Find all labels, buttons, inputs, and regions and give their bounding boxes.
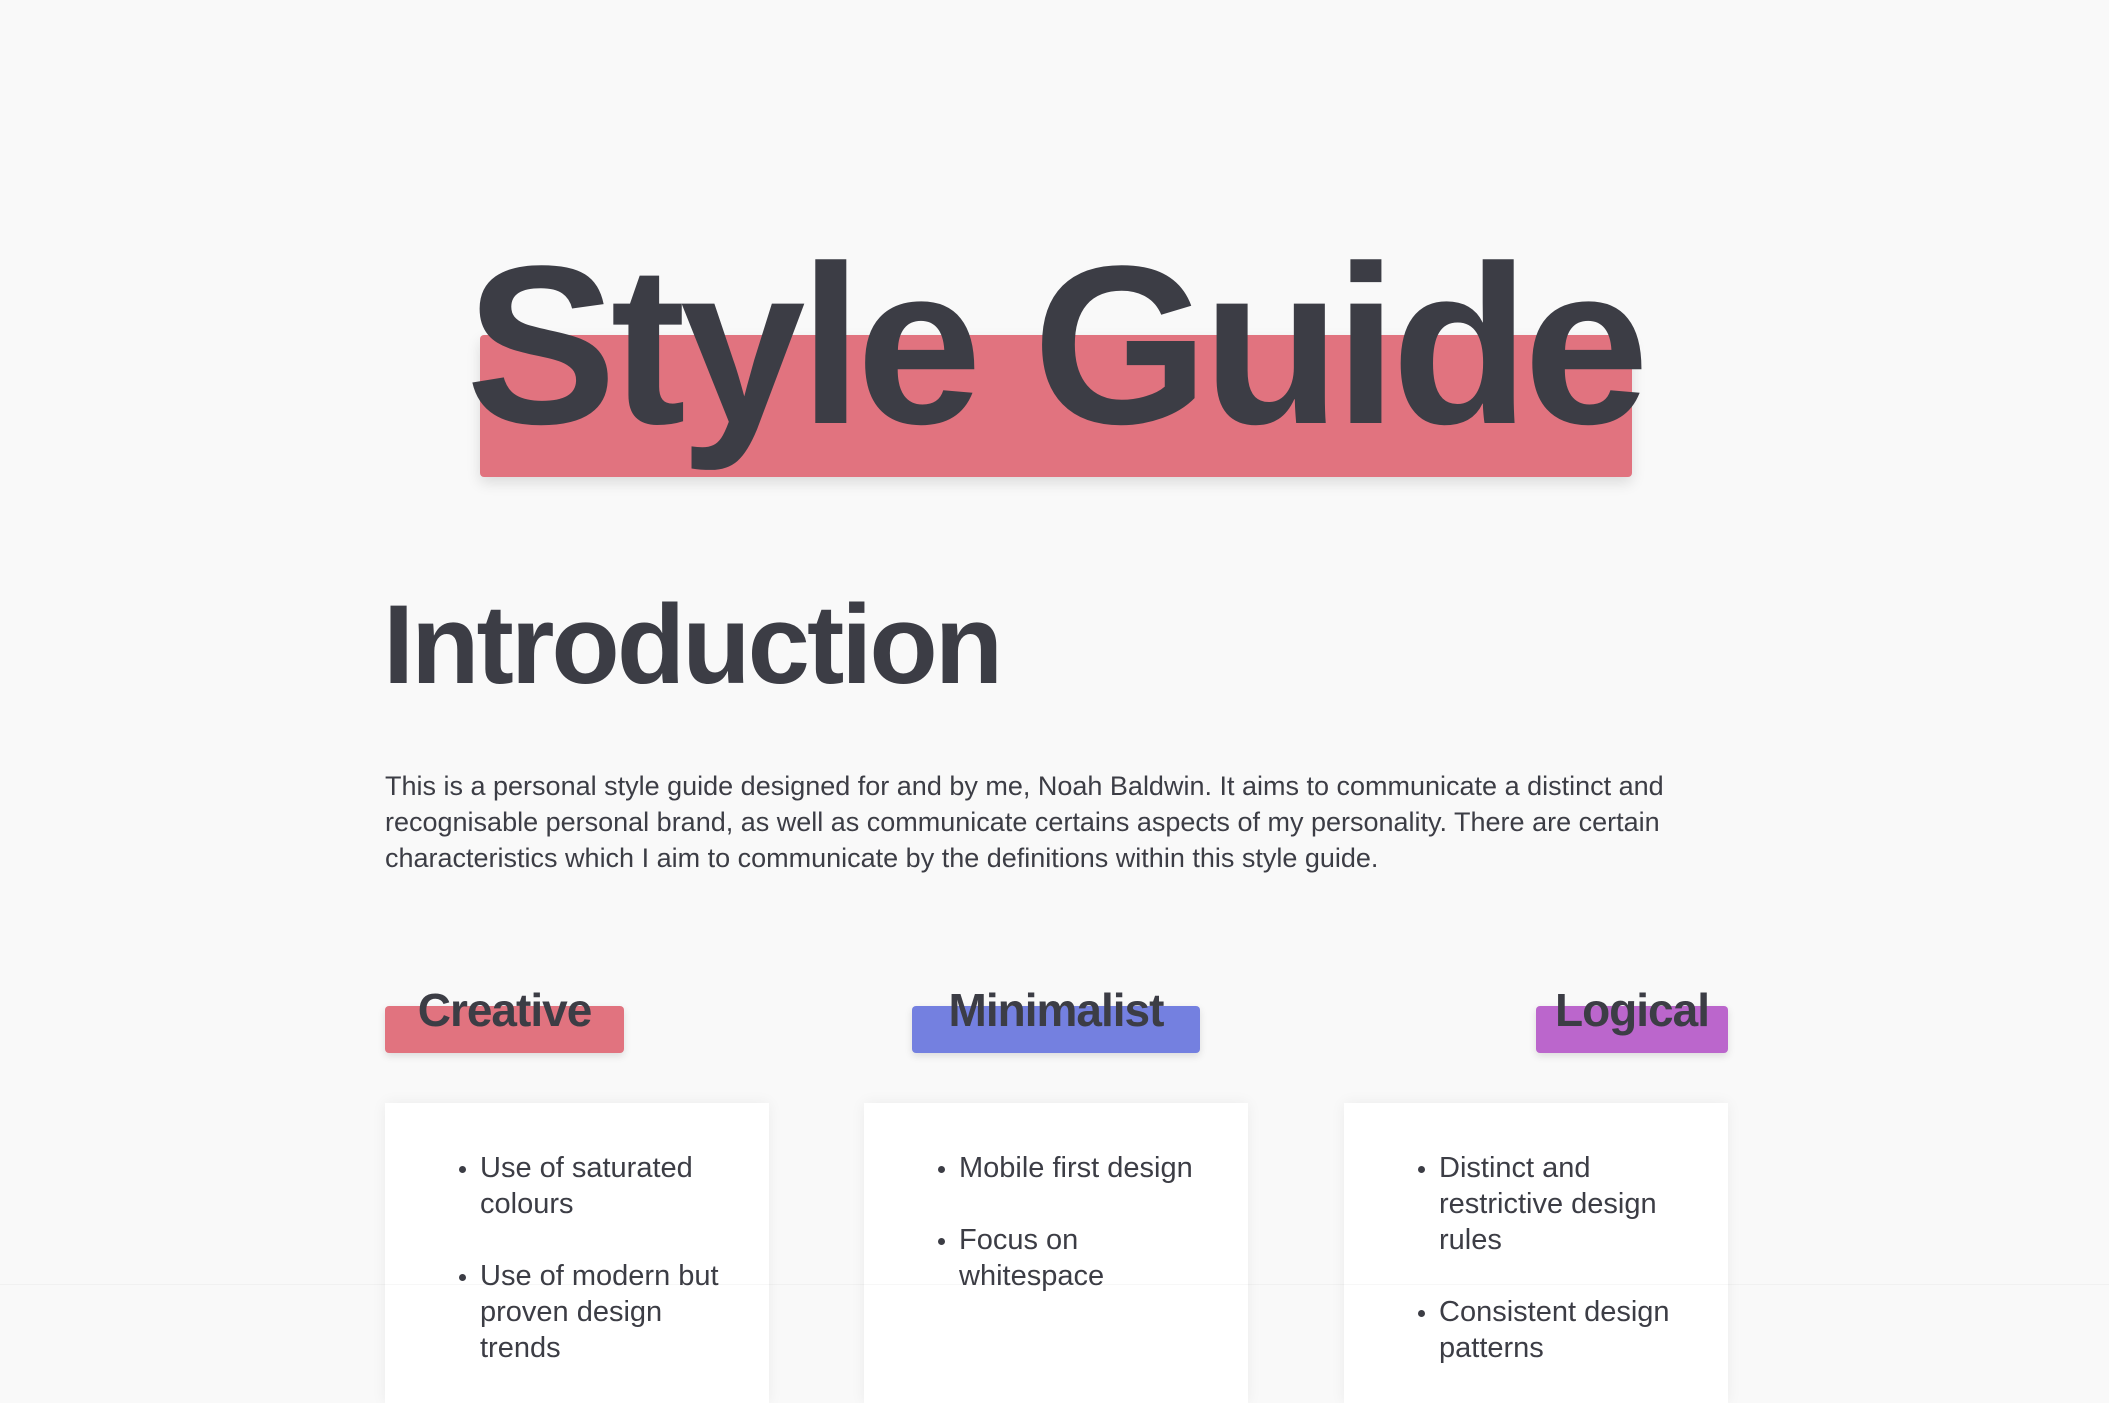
introduction-heading: Introduction: [383, 582, 1003, 707]
trait-list: Use of saturated colours Use of modern b…: [385, 1103, 769, 1366]
tag-logical: Logical: [1536, 984, 1728, 1053]
tag-minimalist: Minimalist: [912, 984, 1200, 1053]
page-title: Style Guide: [465, 218, 1649, 471]
trait-list: Distinct and restrictive design rules Co…: [1344, 1103, 1728, 1366]
divider: [0, 1284, 2109, 1285]
tag-label: Minimalist: [948, 984, 1165, 1036]
card-creative: Use of saturated colours Use of modern b…: [385, 1103, 769, 1403]
tag-label: Creative: [417, 984, 593, 1036]
introduction-paragraph: This is a personal style guide designed …: [385, 771, 1664, 873]
tag-label: Logical: [1554, 984, 1710, 1036]
list-item: Consistent design patterns: [1439, 1294, 1688, 1366]
card-logical: Distinct and restrictive design rules Co…: [1344, 1103, 1728, 1403]
list-item: Mobile first design: [959, 1150, 1208, 1186]
list-item: Use of modern but proven design trends: [480, 1258, 729, 1366]
trait-list: Mobile first design Focus on whitespace: [864, 1103, 1248, 1294]
tag-creative: Creative: [385, 984, 624, 1053]
list-item: Distinct and restrictive design rules: [1439, 1150, 1688, 1258]
card-minimalist: Mobile first design Focus on whitespace: [864, 1103, 1248, 1403]
list-item: Use of saturated colours: [480, 1150, 729, 1222]
